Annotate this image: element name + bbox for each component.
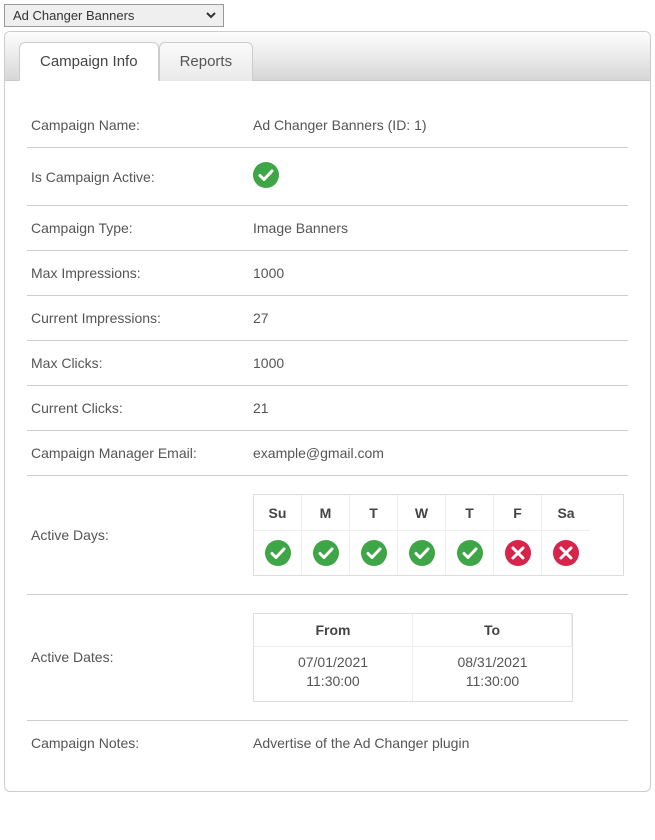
from-time: 11:30:00 xyxy=(258,672,408,691)
row-manager-email: Campaign Manager Email: example@gmail.co… xyxy=(27,431,628,476)
dates-from-value: 07/01/2021 11:30:00 xyxy=(254,647,413,701)
label-campaign-name: Campaign Name: xyxy=(31,117,253,133)
x-circle-icon xyxy=(505,540,531,566)
tabstrip: Campaign Info Reports xyxy=(5,32,650,81)
row-active-dates: Active Dates: From To 07/01/2021 11:30:0… xyxy=(27,595,628,721)
row-is-active: Is Campaign Active: xyxy=(27,148,628,206)
label-current-clicks: Current Clicks: xyxy=(31,400,253,416)
value-campaign-type: Image Banners xyxy=(253,220,624,236)
day-header: M xyxy=(302,495,350,531)
day-status xyxy=(494,531,542,575)
label-is-active: Is Campaign Active: xyxy=(31,169,253,185)
tab-campaign-info[interactable]: Campaign Info xyxy=(19,42,159,81)
value-campaign-name: Ad Changer Banners (ID: 1) xyxy=(253,117,624,133)
check-circle-icon xyxy=(253,162,279,188)
row-current-impressions: Current Impressions: 27 xyxy=(27,296,628,341)
check-circle-icon xyxy=(265,540,291,566)
value-max-impressions: 1000 xyxy=(253,265,624,281)
day-status xyxy=(446,531,494,575)
value-max-clicks: 1000 xyxy=(253,355,624,371)
dates-from-header: From xyxy=(254,614,413,647)
label-campaign-notes: Campaign Notes: xyxy=(31,735,253,751)
row-campaign-name: Campaign Name: Ad Changer Banners (ID: 1… xyxy=(27,103,628,148)
check-circle-icon xyxy=(409,540,435,566)
value-manager-email: example@gmail.com xyxy=(253,445,624,461)
day-status xyxy=(350,531,398,575)
day-status xyxy=(302,531,350,575)
campaign-panel: Campaign Info Reports Campaign Name: Ad … xyxy=(4,31,651,792)
day-header: T xyxy=(446,495,494,531)
day-header: F xyxy=(494,495,542,531)
x-circle-icon xyxy=(553,540,579,566)
value-active-days: SuMTWTFSa xyxy=(253,494,624,576)
row-current-clicks: Current Clicks: 21 xyxy=(27,386,628,431)
label-current-impressions: Current Impressions: xyxy=(31,310,253,326)
value-current-clicks: 21 xyxy=(253,400,624,416)
row-campaign-notes: Campaign Notes: Advertise of the Ad Chan… xyxy=(27,721,628,765)
day-header: W xyxy=(398,495,446,531)
from-date: 07/01/2021 xyxy=(258,653,408,672)
value-current-impressions: 27 xyxy=(253,310,624,326)
check-circle-icon xyxy=(457,540,483,566)
row-max-impressions: Max Impressions: 1000 xyxy=(27,251,628,296)
label-max-clicks: Max Clicks: xyxy=(31,355,253,371)
value-campaign-notes: Advertise of the Ad Changer plugin xyxy=(253,735,624,751)
label-max-impressions: Max Impressions: xyxy=(31,265,253,281)
day-header: Su xyxy=(254,495,302,531)
label-active-dates: Active Dates: xyxy=(31,649,253,665)
day-status xyxy=(542,531,590,575)
check-circle-icon xyxy=(313,540,339,566)
day-header: T xyxy=(350,495,398,531)
value-active-dates: From To 07/01/2021 11:30:00 08/31/2021 1… xyxy=(253,613,624,702)
active-days-grid: SuMTWTFSa xyxy=(253,494,624,576)
row-max-clicks: Max Clicks: 1000 xyxy=(27,341,628,386)
to-time: 11:30:00 xyxy=(417,672,568,691)
value-is-active xyxy=(253,162,624,191)
row-active-days: Active Days: SuMTWTFSa xyxy=(27,476,628,595)
to-date: 08/31/2021 xyxy=(417,653,568,672)
day-header: Sa xyxy=(542,495,590,531)
campaign-info-content: Campaign Name: Ad Changer Banners (ID: 1… xyxy=(5,81,650,791)
campaign-selector-select[interactable]: Ad Changer Banners xyxy=(9,7,219,24)
campaign-selector[interactable]: Ad Changer Banners xyxy=(4,4,224,27)
check-circle-icon xyxy=(361,540,387,566)
active-dates-grid: From To 07/01/2021 11:30:00 08/31/2021 1… xyxy=(253,613,573,702)
label-active-days: Active Days: xyxy=(31,527,253,543)
row-campaign-type: Campaign Type: Image Banners xyxy=(27,206,628,251)
day-status xyxy=(254,531,302,575)
label-manager-email: Campaign Manager Email: xyxy=(31,445,253,461)
tab-reports[interactable]: Reports xyxy=(159,42,254,81)
day-status xyxy=(398,531,446,575)
dates-to-value: 08/31/2021 11:30:00 xyxy=(413,647,572,701)
dates-to-header: To xyxy=(413,614,572,647)
label-campaign-type: Campaign Type: xyxy=(31,220,253,236)
